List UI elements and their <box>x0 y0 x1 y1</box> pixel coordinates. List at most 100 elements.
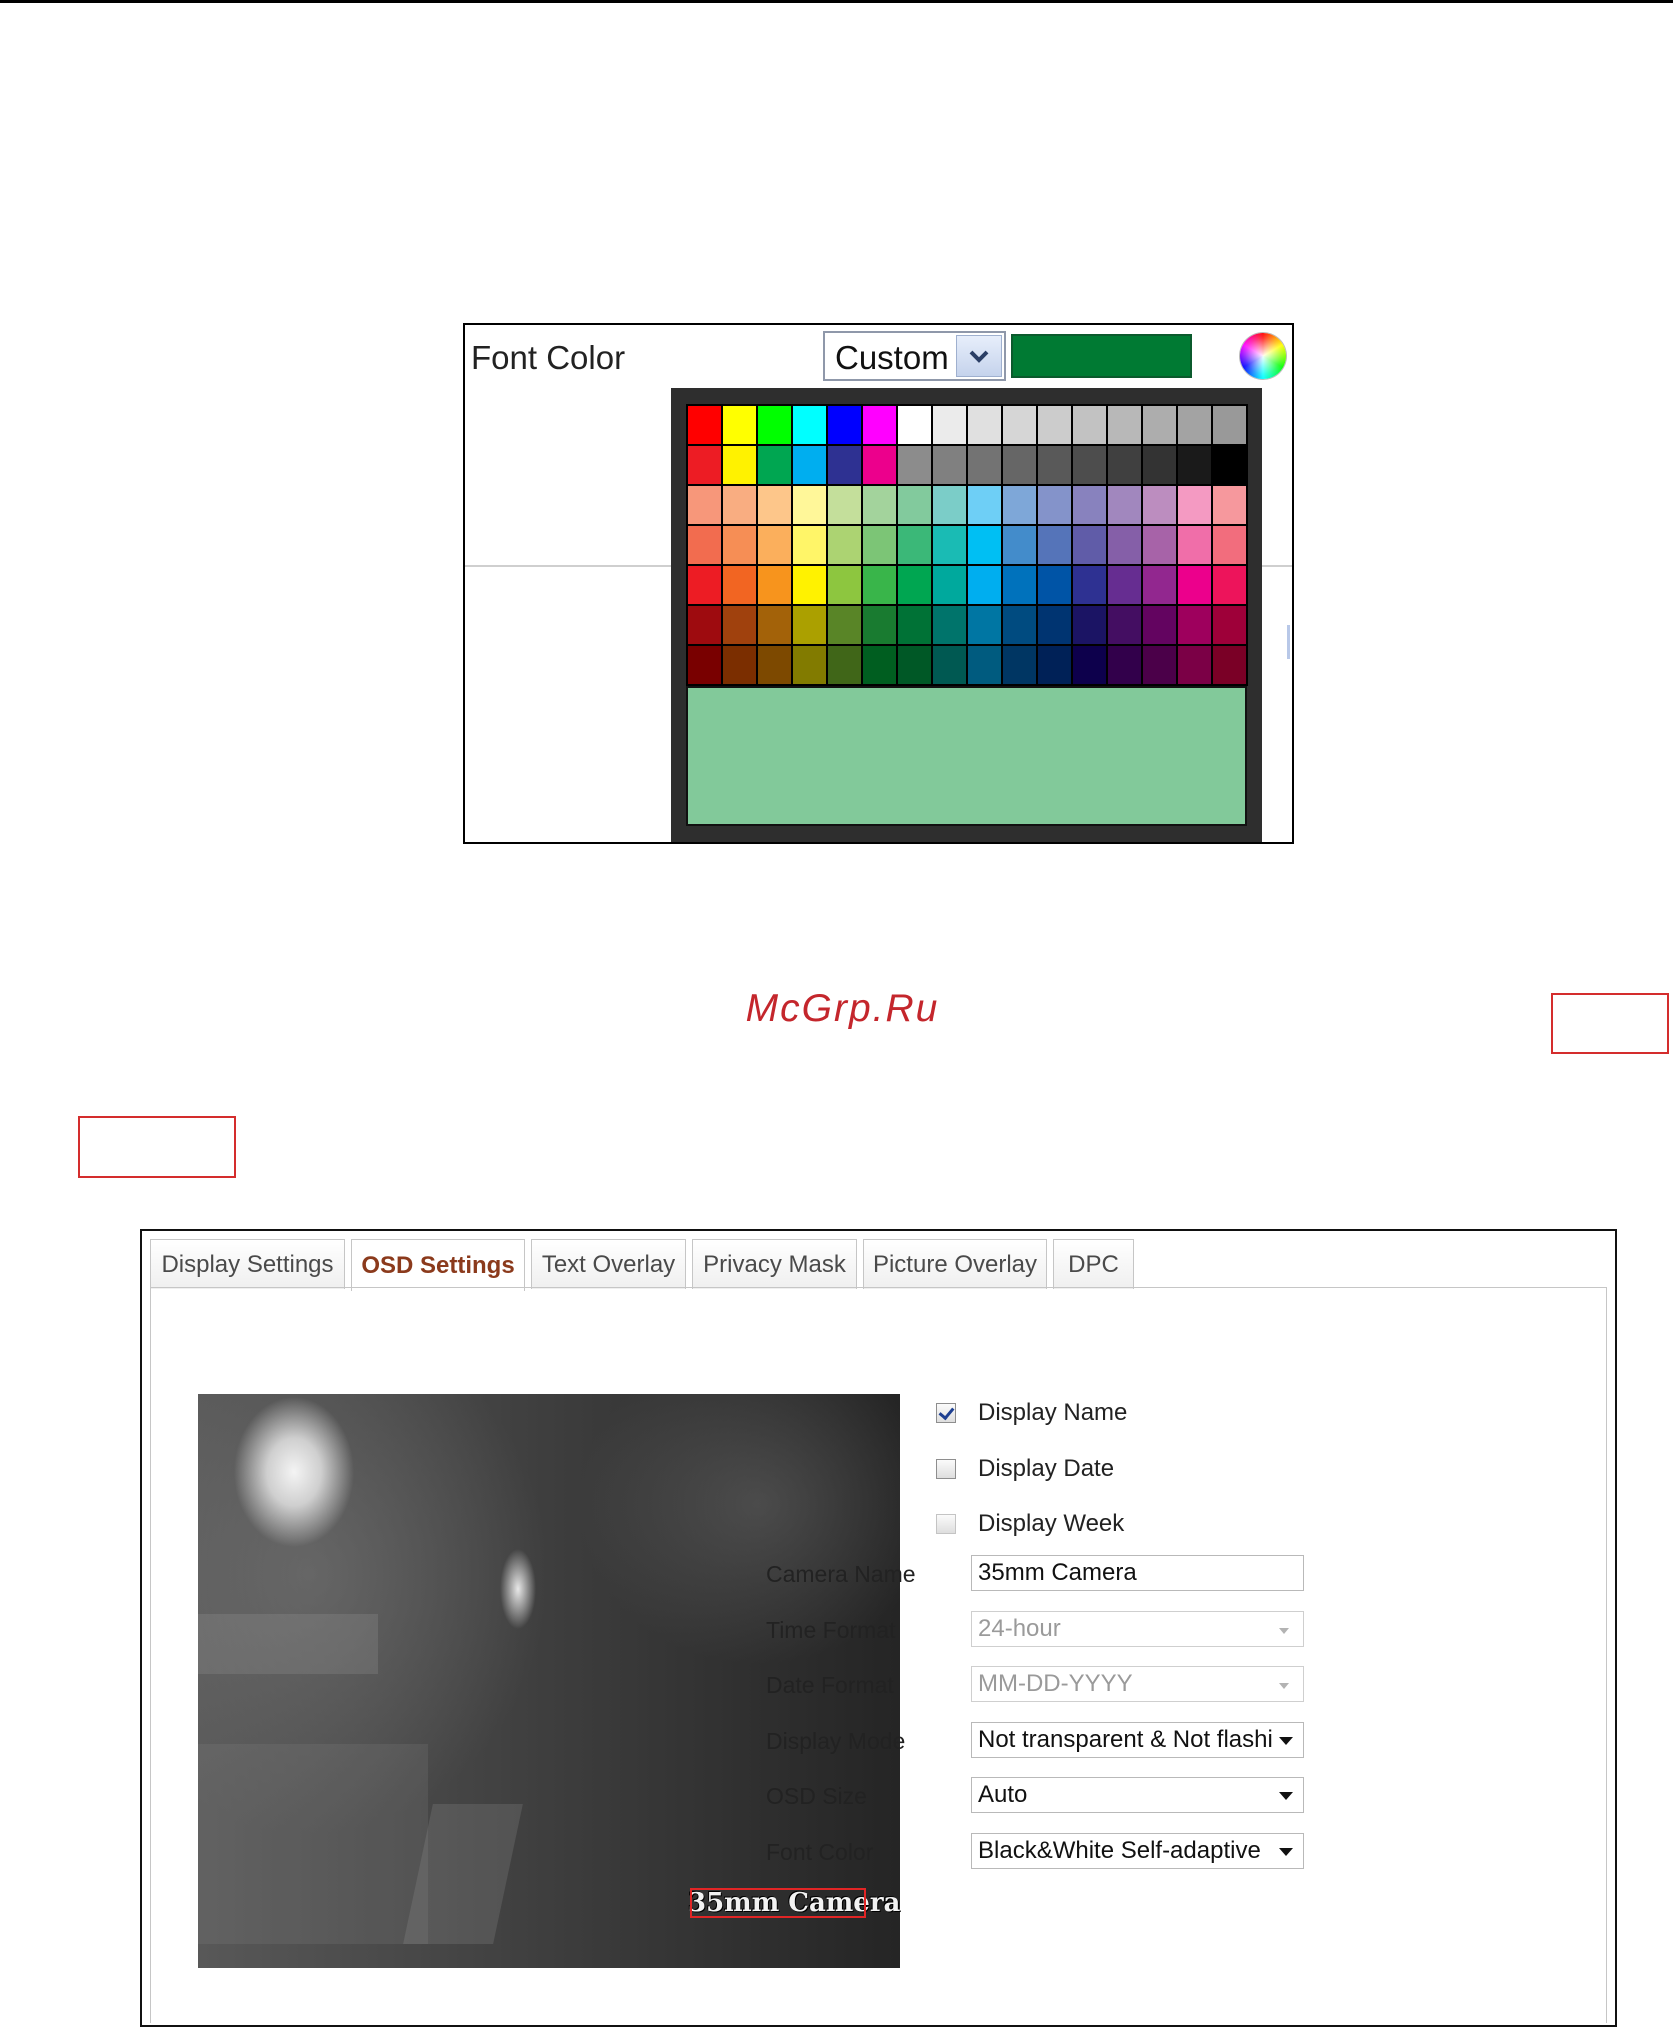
palette-color-cell[interactable] <box>968 606 1001 644</box>
palette-color-cell[interactable] <box>1073 646 1106 684</box>
palette-color-cell[interactable] <box>1108 526 1141 564</box>
palette-color-cell[interactable] <box>688 446 721 484</box>
palette-color-cell[interactable] <box>933 566 966 604</box>
palette-color-cell[interactable] <box>1073 486 1106 524</box>
palette-color-cell[interactable] <box>863 446 896 484</box>
palette-color-cell[interactable] <box>1073 606 1106 644</box>
palette-color-cell[interactable] <box>1038 526 1071 564</box>
palette-color-cell[interactable] <box>968 406 1001 444</box>
color-wheel-icon[interactable] <box>1240 333 1286 379</box>
palette-color-cell[interactable] <box>1038 606 1071 644</box>
tab-osd-settings[interactable]: OSD Settings <box>351 1239 525 1291</box>
palette-color-cell[interactable] <box>863 606 896 644</box>
palette-color-cell[interactable] <box>1108 406 1141 444</box>
palette-color-cell[interactable] <box>793 446 826 484</box>
current-color-swatch[interactable] <box>1011 334 1192 378</box>
palette-color-cell[interactable] <box>1143 486 1176 524</box>
palette-color-cell[interactable] <box>793 566 826 604</box>
display-date-option[interactable]: Display Date <box>936 1455 1114 1483</box>
palette-color-cell[interactable] <box>688 486 721 524</box>
palette-color-cell[interactable] <box>1073 406 1106 444</box>
palette-color-cell[interactable] <box>1178 526 1211 564</box>
palette-color-cell[interactable] <box>1108 486 1141 524</box>
palette-color-cell[interactable] <box>758 606 791 644</box>
palette-color-cell[interactable] <box>863 526 896 564</box>
palette-color-cell[interactable] <box>898 646 931 684</box>
palette-color-cell[interactable] <box>723 486 756 524</box>
chevron-down-icon[interactable] <box>1279 1792 1293 1800</box>
tab-text-overlay[interactable]: Text Overlay <box>531 1239 686 1289</box>
palette-color-cell[interactable] <box>828 566 861 604</box>
palette-color-cell[interactable] <box>1038 486 1071 524</box>
palette-color-cell[interactable] <box>723 406 756 444</box>
palette-color-cell[interactable] <box>933 526 966 564</box>
palette-color-cell[interactable] <box>968 526 1001 564</box>
palette-color-cell[interactable] <box>723 446 756 484</box>
palette-color-cell[interactable] <box>1038 406 1071 444</box>
palette-color-cell[interactable] <box>898 446 931 484</box>
palette-color-cell[interactable] <box>793 486 826 524</box>
palette-color-cell[interactable] <box>1003 606 1036 644</box>
palette-color-cell[interactable] <box>1108 446 1141 484</box>
palette-color-cell[interactable] <box>1073 446 1106 484</box>
font-color-mode-select[interactable]: Custom <box>823 331 1006 381</box>
tab-picture-overlay[interactable]: Picture Overlay <box>863 1239 1047 1289</box>
palette-color-cell[interactable] <box>1003 646 1036 684</box>
palette-color-cell[interactable] <box>898 406 931 444</box>
palette-color-cell[interactable] <box>793 526 826 564</box>
palette-color-cell[interactable] <box>723 646 756 684</box>
palette-color-cell[interactable] <box>968 446 1001 484</box>
display-name-checkbox[interactable] <box>936 1403 956 1423</box>
tab-display-settings[interactable]: Display Settings <box>150 1239 345 1289</box>
palette-color-cell[interactable] <box>1038 646 1071 684</box>
chevron-down-icon[interactable] <box>956 335 1002 377</box>
palette-color-cell[interactable] <box>828 486 861 524</box>
palette-color-cell[interactable] <box>1213 526 1246 564</box>
display-mode-select[interactable]: Not transparent & Not flashing <box>971 1722 1304 1758</box>
palette-color-cell[interactable] <box>1003 566 1036 604</box>
palette-color-cell[interactable] <box>758 646 791 684</box>
palette-color-cell[interactable] <box>828 526 861 564</box>
palette-color-cell[interactable] <box>968 646 1001 684</box>
display-date-checkbox[interactable] <box>936 1459 956 1479</box>
palette-color-cell[interactable] <box>933 486 966 524</box>
palette-color-cell[interactable] <box>1178 446 1211 484</box>
palette-color-cell[interactable] <box>1178 606 1211 644</box>
osd-drag-box[interactable] <box>690 1888 866 1918</box>
palette-color-cell[interactable] <box>968 566 1001 604</box>
display-week-checkbox[interactable] <box>936 1514 956 1534</box>
palette-color-cell[interactable] <box>758 566 791 604</box>
palette-color-cell[interactable] <box>793 406 826 444</box>
palette-color-cell[interactable] <box>863 406 896 444</box>
palette-color-cell[interactable] <box>933 406 966 444</box>
palette-color-cell[interactable] <box>1073 526 1106 564</box>
palette-color-cell[interactable] <box>1038 446 1071 484</box>
palette-color-cell[interactable] <box>1108 566 1141 604</box>
tab-dpc[interactable]: DPC <box>1053 1239 1134 1289</box>
palette-color-cell[interactable] <box>1038 566 1071 604</box>
palette-color-cell[interactable] <box>968 486 1001 524</box>
palette-color-cell[interactable] <box>1003 446 1036 484</box>
palette-color-cell[interactable] <box>1143 526 1176 564</box>
tab-privacy-mask[interactable]: Privacy Mask <box>692 1239 857 1289</box>
palette-color-cell[interactable] <box>793 606 826 644</box>
palette-color-cell[interactable] <box>1178 646 1211 684</box>
palette-color-cell[interactable] <box>933 606 966 644</box>
palette-color-cell[interactable] <box>758 446 791 484</box>
palette-color-cell[interactable] <box>723 606 756 644</box>
palette-color-cell[interactable] <box>688 406 721 444</box>
palette-color-cell[interactable] <box>933 646 966 684</box>
palette-color-cell[interactable] <box>1213 446 1246 484</box>
palette-color-cell[interactable] <box>933 446 966 484</box>
palette-color-cell[interactable] <box>1143 406 1176 444</box>
palette-color-cell[interactable] <box>1108 606 1141 644</box>
palette-color-cell[interactable] <box>898 486 931 524</box>
palette-color-cell[interactable] <box>828 406 861 444</box>
palette-color-cell[interactable] <box>723 566 756 604</box>
palette-color-cell[interactable] <box>1003 526 1036 564</box>
palette-color-cell[interactable] <box>688 526 721 564</box>
chevron-down-icon[interactable] <box>1279 1848 1293 1856</box>
palette-color-cell[interactable] <box>828 446 861 484</box>
palette-color-cell[interactable] <box>793 646 826 684</box>
palette-color-cell[interactable] <box>758 486 791 524</box>
